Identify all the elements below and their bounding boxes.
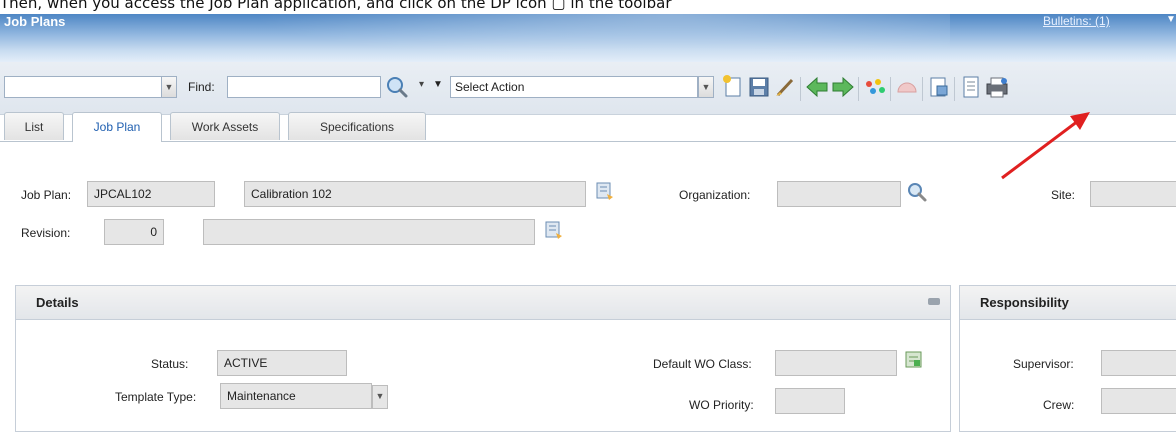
tab-specifications[interactable]: Specifications xyxy=(288,112,426,140)
default-wo-class-field[interactable] xyxy=(775,350,897,376)
search-options-icon[interactable]: ▾ xyxy=(419,79,424,90)
template-type-label: Template Type: xyxy=(115,390,197,404)
previous-record-icon[interactable] xyxy=(804,74,830,100)
details-section-title: Details xyxy=(16,286,950,320)
organization-field[interactable] xyxy=(777,181,901,207)
revision-field[interactable]: 0 xyxy=(104,219,164,245)
workflow-icon[interactable] xyxy=(862,74,888,100)
find-label: Find: xyxy=(188,80,215,94)
query-select[interactable] xyxy=(4,76,162,98)
select-action-dropdown-button[interactable]: ▼ xyxy=(698,76,714,98)
bulletins-link[interactable]: Bulletins: (1) xyxy=(1043,14,1110,28)
tab-work-assets[interactable]: Work Assets xyxy=(170,112,280,140)
save-icon[interactable] xyxy=(746,74,772,100)
clear-changes-icon[interactable] xyxy=(772,74,798,100)
app-title-bar: Job Plans Bulletins: (1) ▼ xyxy=(0,14,1176,62)
collapse-icon[interactable] xyxy=(928,298,940,305)
chevron-down-icon[interactable]: ▼ xyxy=(1166,14,1176,25)
long-description-icon[interactable] xyxy=(594,180,616,205)
description-field[interactable]: Calibration 102 xyxy=(244,181,586,207)
wo-priority-label: WO Priority: xyxy=(689,398,754,412)
job-plan-field[interactable]: JPCAL102 xyxy=(87,181,215,207)
tab-list[interactable]: List xyxy=(4,112,64,140)
search-icon[interactable] xyxy=(906,181,928,206)
wo-priority-field[interactable] xyxy=(775,388,845,414)
job-plan-label: Job Plan: xyxy=(21,188,72,202)
dp-icon[interactable] xyxy=(958,74,984,100)
long-description-icon[interactable] xyxy=(543,219,565,244)
revision-label: Revision: xyxy=(21,226,71,240)
organization-label: Organization: xyxy=(679,188,751,202)
search-icon[interactable] xyxy=(384,74,410,100)
caption-text: Then, when you access the Job Plan appli… xyxy=(0,0,672,12)
crew-field[interactable] xyxy=(1101,388,1176,414)
find-input[interactable] xyxy=(227,76,381,98)
report-icon[interactable] xyxy=(926,74,952,100)
app-title: Job Plans xyxy=(4,14,66,29)
crew-label: Crew: xyxy=(1043,398,1075,412)
view-history-icon[interactable] xyxy=(894,74,920,100)
tab-job-plan[interactable]: Job Plan xyxy=(72,112,162,142)
status-field[interactable]: ACTIVE xyxy=(217,350,347,376)
select-action-arrow-icon[interactable]: ▼ xyxy=(433,79,443,90)
annotation-arrow xyxy=(1001,112,1090,180)
detail-menu-icon[interactable] xyxy=(904,350,924,373)
responsibility-section-title: Responsibility xyxy=(960,286,1176,320)
template-type-dropdown-button[interactable]: ▼ xyxy=(372,385,388,409)
template-type-select[interactable]: Maintenance xyxy=(220,383,372,409)
supervisor-label: Supervisor: xyxy=(1013,357,1074,371)
status-label: Status: xyxy=(151,357,189,371)
print-icon[interactable] xyxy=(984,74,1010,100)
query-dropdown-button[interactable]: ▼ xyxy=(161,76,177,98)
revision-description-field[interactable] xyxy=(203,219,535,245)
site-label: Site: xyxy=(1051,188,1076,202)
select-action-dropdown[interactable]: Select Action xyxy=(450,76,698,98)
new-record-icon[interactable] xyxy=(720,74,746,100)
default-wo-class-label: Default WO Class: xyxy=(653,357,752,371)
next-record-icon[interactable] xyxy=(830,74,856,100)
supervisor-field[interactable] xyxy=(1101,350,1176,376)
